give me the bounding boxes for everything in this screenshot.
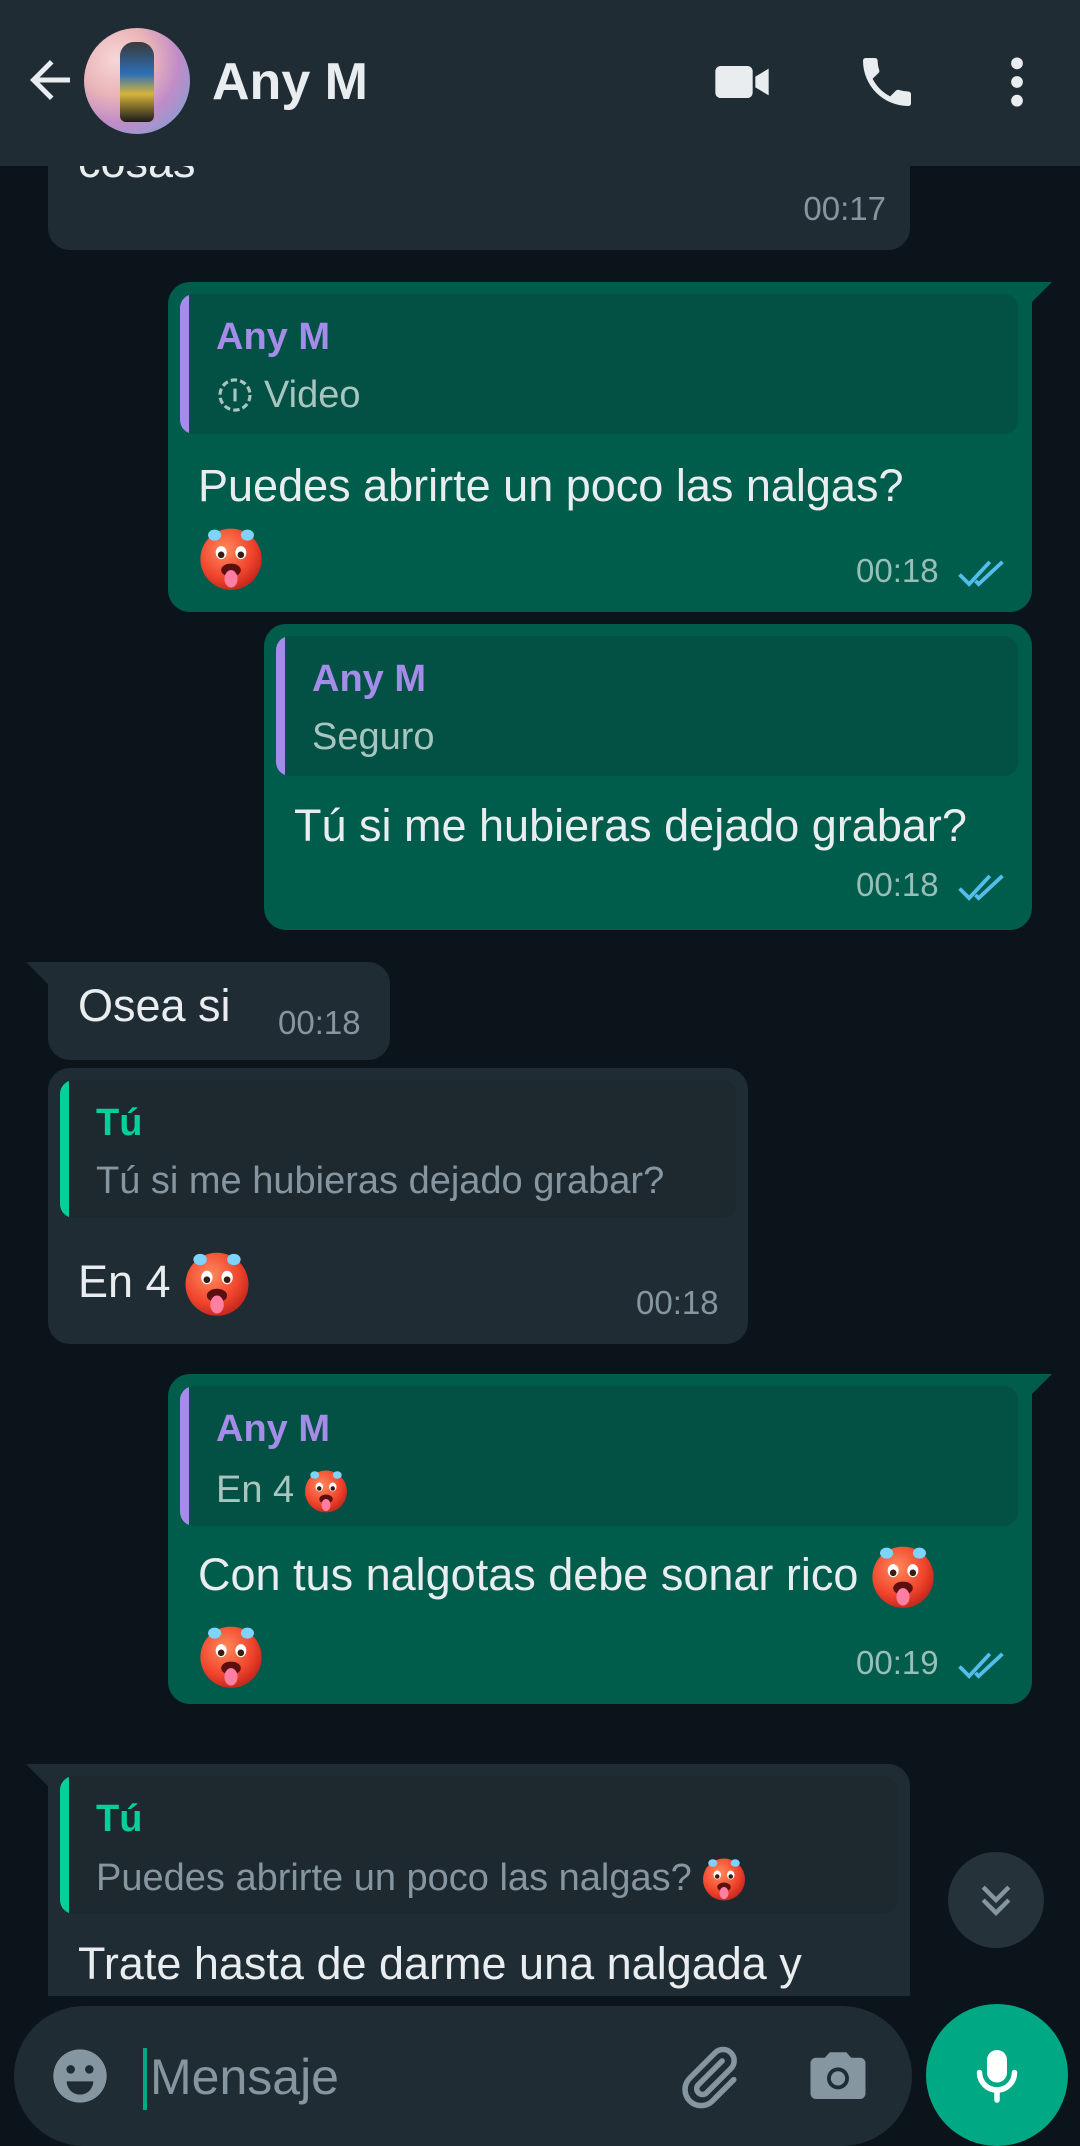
phone-icon[interactable] [855,50,919,114]
quote-text: Puedes abrirte un poco las nalgas? [96,1856,692,1899]
quote-text: Tú si me hubieras dejado grabar? [96,1160,665,1202]
emoji-icon[interactable] [48,2044,112,2108]
hot-face-emoji [196,522,266,592]
incoming-message[interactable]: cosas 00:17 [48,166,910,250]
quote-body: Puedes abrirte un poco las nalgas? [96,1854,748,1902]
quoted-message[interactable]: Any M Video [180,294,1018,434]
mic-button[interactable] [926,2004,1068,2146]
text-cursor [143,2048,147,2110]
message-text: cosas [78,166,196,190]
quote-author: Any M [216,1408,330,1450]
quote-author: Tú [96,1102,143,1144]
message-time: 00:17 [803,190,886,227]
bubble-tail [1030,1374,1052,1396]
back-arrow-icon[interactable] [20,50,80,110]
mic-icon [976,2050,1018,2103]
message-time: 00:18 [856,866,939,903]
hot-face-emoji [196,1620,266,1690]
quoted-message[interactable]: Any M Seguro [276,636,1018,776]
read-ticks-icon [958,560,1004,587]
more-vert-icon[interactable] [985,50,1049,114]
attach-icon[interactable] [674,2042,744,2112]
outgoing-message[interactable]: Any M Video Puedes abrirte un poco las n… [168,282,1032,612]
read-ticks-icon [958,1652,1004,1679]
outgoing-message[interactable]: Any M Seguro Tú si me hubieras dejado gr… [264,624,1032,930]
quoted-message[interactable]: Tú Puedes abrirte un poco las nalgas? [60,1776,898,1914]
message-text: Osea si [78,980,231,1031]
video-call-icon[interactable] [710,50,774,114]
double-chevron-down-icon [981,1885,1011,1916]
message-time: 00:19 [856,1644,939,1681]
hot-face-emoji [700,1854,748,1902]
outgoing-message[interactable]: Any M En 4 Con tus nalgotas debe sonar r… [168,1374,1032,1704]
scroll-to-bottom-button[interactable] [948,1852,1044,1948]
message-time: 00:18 [636,1284,719,1321]
incoming-message[interactable]: Osea si 00:18 [48,962,390,1060]
message-list[interactable]: cosas 00:17 Any M Video Puedes abrirte u… [0,166,1080,1996]
chat-header: Any M [0,0,1080,166]
quoted-message[interactable]: Tú Tú si me hubieras dejado grabar? [60,1080,736,1218]
bubble-tail [1030,282,1052,304]
quote-author: Any M [216,316,330,358]
message-composer [14,2006,912,2146]
camera-icon[interactable] [804,2044,872,2110]
incoming-message[interactable]: Tú Puedes abrirte un poco las nalgas? Tr… [48,1764,910,1996]
quote-text: Video [264,374,361,416]
quote-text: En 4 [216,1468,295,1511]
quote-author: Any M [312,658,426,700]
view-once-icon [218,378,252,412]
message-input[interactable] [148,2036,652,2118]
bubble-tail [26,962,48,984]
hot-face-emoji [868,1540,938,1610]
message-body: Con tus nalgotas debe sonar rico [198,1540,938,1610]
quote-text: Seguro [312,716,435,758]
hot-face-emoji [302,1466,350,1514]
message-body: En 4 [78,1246,253,1318]
incoming-message[interactable]: Tú Tú si me hubieras dejado grabar? En 4… [48,1068,748,1344]
message-time: 00:18 [856,552,939,589]
message-text: Puedes abrirte un poco las nalgas? [198,460,904,511]
hot-face-emoji [181,1246,253,1318]
quote-body: En 4 [216,1466,350,1514]
message-text: Trate hasta de darme una nalgada y [78,1938,802,1989]
read-ticks-icon [958,874,1004,901]
quoted-message[interactable]: Any M En 4 [180,1386,1018,1526]
message-text: Tú si me hubieras dejado grabar? [294,800,967,851]
bubble-tail [26,1764,48,1786]
quote-author: Tú [96,1798,143,1840]
contact-name[interactable]: Any M [212,52,368,112]
avatar[interactable] [84,28,190,134]
message-time: 00:18 [278,1004,361,1041]
message-text: Con tus nalgotas debe sonar rico [198,1549,859,1600]
message-text: En 4 [78,1256,171,1307]
